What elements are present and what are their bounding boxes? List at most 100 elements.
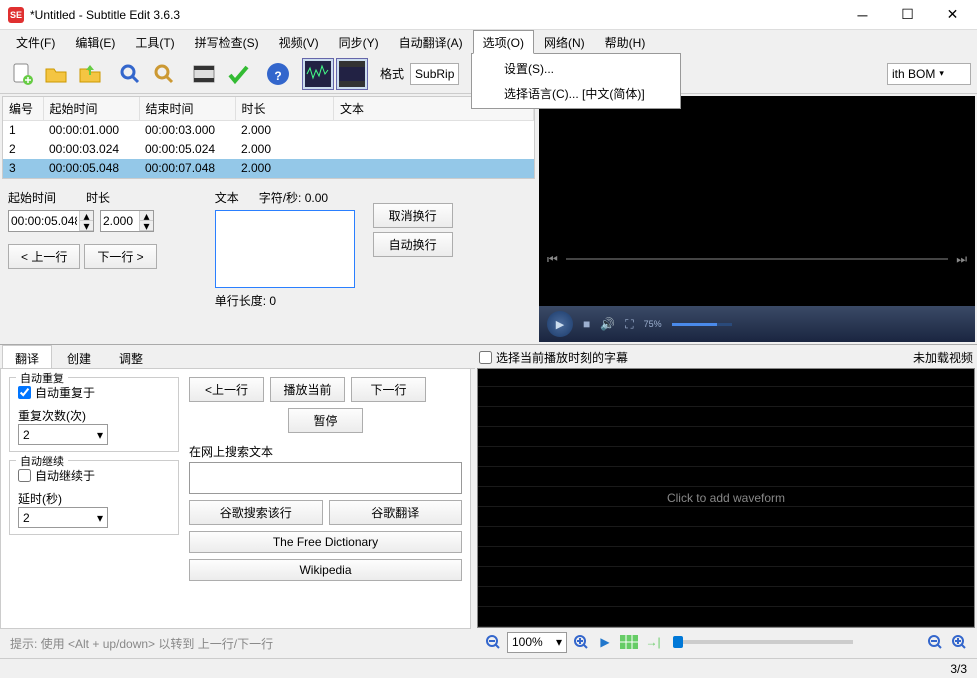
chars-per-sec: 字符/秒: 0.00 [259, 189, 328, 206]
svg-text:?: ? [274, 69, 281, 83]
pause-button[interactable]: 暂停 [288, 408, 363, 433]
video-player: ⏮⏭ ▶ ■ 🔊 ⛶ 75% [537, 94, 977, 344]
zoom-in-icon[interactable] [571, 632, 591, 652]
menubar: 文件(F) 编辑(E) 工具(T) 拼写检查(S) 视频(V) 同步(Y) 自动… [0, 30, 977, 54]
save-button[interactable] [74, 58, 106, 90]
zoom-out-icon[interactable] [483, 632, 503, 652]
cancel-wrap-button[interactable]: 取消换行 [373, 203, 453, 228]
statusbar: 3/3 [0, 658, 977, 678]
waveform-area[interactable]: Click to add waveform [477, 368, 975, 628]
dropdown-settings[interactable]: 设置(S)... [474, 56, 678, 81]
fullscreen-icon[interactable]: ⛶ [625, 317, 633, 332]
tab-adjust[interactable]: 调整 [106, 345, 156, 368]
seekbar[interactable]: ⏮⏭ [539, 252, 975, 266]
menu-help[interactable]: 帮助(H) [595, 30, 656, 54]
hint-text: 提示: 使用 <Alt + up/down> 以转到 上一行/下一行 [0, 629, 475, 658]
dur-label: 时长 [86, 189, 110, 206]
volume-slider[interactable] [672, 323, 732, 326]
table-row[interactable]: 100:00:01.00000:00:03.0002.000 [3, 121, 534, 140]
status-count: 3/3 [950, 662, 967, 676]
auto-wrap-button[interactable]: 自动换行 [373, 232, 453, 257]
select-current-checkbox[interactable] [479, 351, 492, 364]
prev-button[interactable]: <上一行 [189, 377, 264, 402]
col-start[interactable]: 起始时间 [43, 97, 139, 121]
position-slider[interactable] [673, 640, 853, 644]
tab-create[interactable]: 创建 [54, 345, 104, 368]
titlebar: SE *Untitled - Subtitle Edit 3.6.3 ─ ☐ ✕ [0, 0, 977, 30]
menu-file[interactable]: 文件(F) [6, 30, 65, 54]
next-button[interactable]: 下一行 [351, 377, 426, 402]
menu-sync[interactable]: 同步(Y) [329, 30, 389, 54]
close-button[interactable]: ✕ [930, 0, 975, 30]
menu-network[interactable]: 网络(N) [534, 30, 595, 54]
waveform-button[interactable] [302, 58, 334, 90]
volume-value: 75% [644, 319, 662, 329]
start-spinner[interactable]: ▴▾ [8, 210, 94, 232]
no-video-label: 未加载视频 [913, 349, 973, 366]
col-end[interactable]: 结束时间 [139, 97, 235, 121]
google-search-button[interactable]: 谷歌搜索该行 [189, 500, 323, 525]
play-current-button[interactable]: 播放当前 [270, 377, 345, 402]
auto-continue-label: 自动继续于 [35, 467, 95, 484]
find-button[interactable] [114, 58, 146, 90]
google-translate-button[interactable]: 谷歌翻译 [329, 500, 463, 525]
waveform-placeholder: Click to add waveform [667, 491, 785, 505]
dictionary-button[interactable]: The Free Dictionary [189, 531, 462, 553]
select-current-label: 选择当前播放时刻的字幕 [496, 349, 628, 366]
new-button[interactable] [6, 58, 38, 90]
text-editor[interactable] [215, 210, 355, 288]
menu-tools[interactable]: 工具(T) [125, 30, 184, 54]
options-dropdown: 设置(S)... 选择语言(C)... [中文(简体)] [471, 53, 681, 109]
play-button[interactable]: ▶ [547, 311, 573, 337]
replace-button[interactable] [148, 58, 180, 90]
format-label: 格式 [380, 65, 404, 82]
maximize-button[interactable]: ☐ [885, 0, 930, 30]
zoom-in-2-icon[interactable] [949, 632, 969, 652]
dur-spinner[interactable]: ▴▾ [100, 210, 154, 232]
tab-translate[interactable]: 翻译 [2, 345, 52, 368]
seek-icon[interactable]: →| [643, 632, 663, 652]
dropdown-language[interactable]: 选择语言(C)... [中文(简体)] [474, 81, 678, 106]
volume-icon[interactable]: 🔊 [600, 317, 615, 331]
wikipedia-button[interactable]: Wikipedia [189, 559, 462, 581]
delay-label: 延时(秒) [18, 490, 170, 507]
auto-repeat-checkbox[interactable] [18, 386, 31, 399]
start-label: 起始时间 [8, 189, 56, 206]
menu-edit[interactable]: 编辑(E) [65, 30, 125, 54]
minimize-button[interactable]: ─ [840, 0, 885, 30]
video-area[interactable]: ⏮⏭ [539, 96, 975, 306]
col-dur[interactable]: 时长 [235, 97, 334, 121]
repeat-count-label: 重复次数(次) [18, 407, 170, 424]
help-button[interactable]: ? [262, 58, 294, 90]
window-title: *Untitled - Subtitle Edit 3.6.3 [30, 8, 840, 22]
subtitle-grid[interactable]: 编号 起始时间 结束时间 时长 文本 100:00:01.00000:00:03… [2, 96, 535, 179]
table-row[interactable]: 200:00:03.02400:00:05.0242.000 [3, 140, 534, 159]
format-combo[interactable]: SubRip [410, 63, 459, 85]
text-label: 文本 [215, 189, 239, 206]
zoom-combo[interactable]: 100%▾ [507, 632, 567, 653]
delay-combo[interactable]: 2▾ [18, 507, 108, 528]
app-icon: SE [8, 7, 24, 23]
prev-line-button[interactable]: < 上一行 [8, 244, 80, 269]
menu-spellcheck[interactable]: 拼写检查(S) [185, 30, 269, 54]
col-num[interactable]: 编号 [3, 97, 43, 121]
spectrogram-button[interactable] [336, 58, 368, 90]
repeat-count-combo[interactable]: 2▾ [18, 424, 108, 445]
open-button[interactable] [40, 58, 72, 90]
auto-repeat-legend: 自动重复 [16, 370, 68, 386]
spellcheck-button[interactable] [222, 58, 254, 90]
menu-autotranslate[interactable]: 自动翻译(A) [389, 30, 473, 54]
menu-video[interactable]: 视频(V) [269, 30, 329, 54]
play-icon[interactable]: ▶ [595, 632, 615, 652]
encoding-combo[interactable]: ith BOM▾ [887, 63, 971, 85]
next-line-button[interactable]: 下一行 > [84, 244, 156, 269]
line-length: 单行长度: 0 [215, 292, 355, 309]
visual-sync-button[interactable] [188, 58, 220, 90]
grid-icon[interactable] [619, 632, 639, 652]
stop-icon[interactable]: ■ [583, 317, 590, 331]
menu-options[interactable]: 选项(O) [473, 30, 534, 54]
zoom-out-2-icon[interactable] [925, 632, 945, 652]
auto-continue-checkbox[interactable] [18, 469, 31, 482]
search-input[interactable] [189, 462, 462, 494]
table-row[interactable]: 300:00:05.04800:00:07.0482.000 [3, 159, 534, 178]
